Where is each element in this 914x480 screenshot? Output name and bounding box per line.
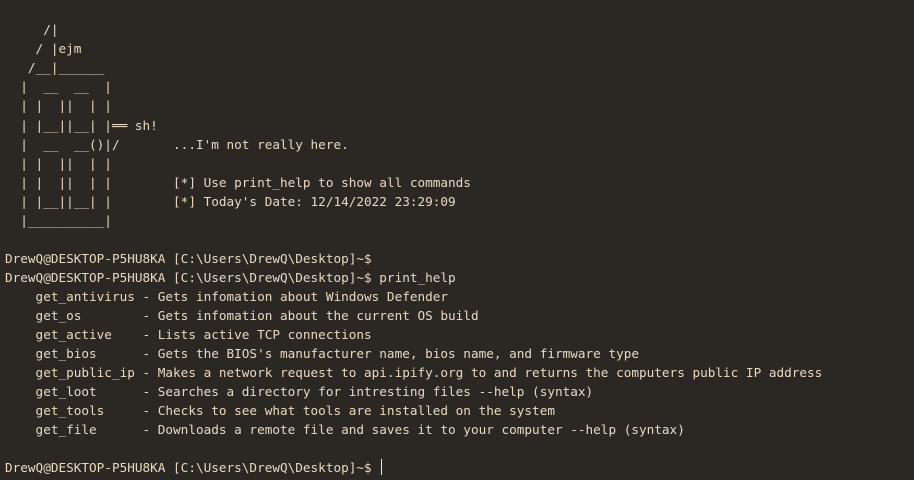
banner-line: | __ __()|/ ...I'm not really here. [5,137,349,152]
banner-line: | |__||__| | [*] Today's Date: 12/14/202… [5,194,456,209]
text-cursor [381,459,383,475]
help-entry: get_public_ip - Makes a network request … [5,365,823,380]
banner-line: /| [5,22,59,37]
banner-line: | | || | | [*] Use print_help to show al… [5,175,471,190]
help-entry: get_file - Downloads a remote file and s… [5,422,685,437]
help-entry: get_active - Lists active TCP connection… [5,327,372,342]
help-entry: get_tools - Checks to see what tools are… [5,403,555,418]
banner-line: | | || | | [5,98,112,113]
banner-line: /__|______ [5,60,105,75]
active-prompt[interactable]: DrewQ@DESKTOP-P5HU8KA [C:\Users\DrewQ\De… [5,458,383,477]
banner-line: | | || | | [5,156,112,171]
banner-line: / |ejm [5,41,82,56]
banner-line: |__________| [5,213,112,228]
prompt-text: DrewQ@DESKTOP-P5HU8KA [C:\Users\DrewQ\De… [5,460,380,475]
prompt-line: DrewQ@DESKTOP-P5HU8KA [C:\Users\DrewQ\De… [5,251,372,266]
command-line: DrewQ@DESKTOP-P5HU8KA [C:\Users\DrewQ\De… [5,270,456,285]
help-entry: get_antivirus - Gets infomation about Wi… [5,289,449,304]
help-entry: get_os - Gets infomation about the curre… [5,308,479,323]
banner-line: | |__||__| |══ sh! [5,118,158,133]
terminal-window[interactable]: /| / |ejm /__|______ | __ __ | | | || | … [0,0,914,480]
help-entry: get_bios - Gets the BIOS's manufacturer … [5,346,639,361]
help-entry: get_loot - Searches a directory for intr… [5,384,594,399]
banner-line: | __ __ | [5,79,112,94]
